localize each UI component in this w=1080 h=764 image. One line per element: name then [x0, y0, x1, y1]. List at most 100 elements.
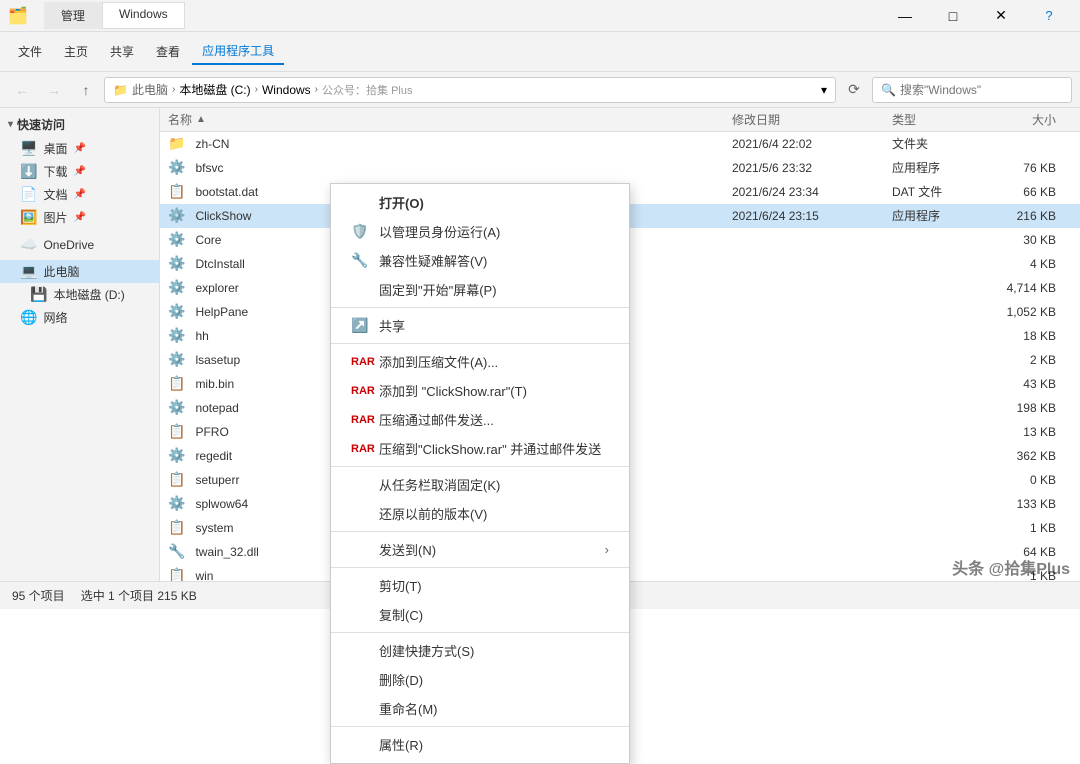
- maximize-button[interactable]: □: [930, 0, 976, 32]
- file-size: 4 KB: [992, 257, 1072, 271]
- ctx-label: 兼容性疑难解答(V): [379, 251, 487, 270]
- pin-icon: 📌: [73, 143, 85, 154]
- file-name: bfsvc: [195, 161, 223, 175]
- file-type-icon: ⚙️: [168, 351, 185, 368]
- sidebar-item-network[interactable]: 🌐 网络: [0, 306, 159, 329]
- context-menu-item[interactable]: 🛡️以管理员身份运行(A): [331, 217, 629, 246]
- context-menu-item[interactable]: 剪切(T): [331, 571, 629, 600]
- file-name: Core: [195, 233, 221, 247]
- item-count: 95 个项目: [12, 587, 65, 604]
- toolbar-file[interactable]: 文件: [8, 39, 52, 64]
- file-type-icon: 📋: [168, 471, 185, 488]
- file-name: PFRO: [195, 425, 228, 439]
- ribbon-toolbar: 文件 主页 共享 查看 应用程序工具: [0, 32, 1080, 72]
- file-row[interactable]: ⚙️ bfsvc 2021/5/6 23:32 应用程序 76 KB: [160, 156, 1080, 180]
- pin-icon: 📌: [73, 212, 85, 223]
- toolbar-view[interactable]: 查看: [146, 39, 190, 64]
- search-input[interactable]: [900, 83, 1063, 97]
- file-size: 1,052 KB: [992, 305, 1072, 319]
- file-size: 133 KB: [992, 497, 1072, 511]
- context-menu-item[interactable]: 创建快捷方式(S): [331, 636, 629, 665]
- context-menu-item[interactable]: 属性(R): [331, 730, 629, 759]
- sidebar-item-this-pc[interactable]: 💻 此电脑: [0, 260, 159, 283]
- context-menu-item[interactable]: RAR压缩到"ClickShow.rar" 并通过邮件发送: [331, 434, 629, 463]
- col-header-date[interactable]: 修改日期: [732, 111, 892, 128]
- shield-icon: 🛡️: [351, 223, 371, 240]
- file-row[interactable]: 📁 zh-CN 2021/6/4 22:02 文件夹: [160, 132, 1080, 156]
- search-box[interactable]: 🔍: [872, 77, 1072, 103]
- quick-access-section: ▾ 快速访问 🖥️ 桌面 📌 ⬇️ 下载 📌 📄 文档 📌 🖼️ 图片: [0, 112, 159, 229]
- file-name: twain_32.dll: [195, 545, 258, 559]
- ctx-label: 共享: [379, 316, 405, 335]
- ctx-label: 创建快捷方式(S): [379, 641, 474, 660]
- toolbar-share[interactable]: 共享: [100, 39, 144, 64]
- toolbar-app-tools[interactable]: 应用程序工具: [192, 38, 284, 65]
- context-menu-item[interactable]: 删除(D): [331, 665, 629, 694]
- context-menu-item[interactable]: 🔧 兼容性疑难解答(V): [331, 246, 629, 275]
- sidebar-item-pictures[interactable]: 🖼️ 图片 📌: [0, 206, 159, 229]
- file-type: 文件夹: [892, 135, 992, 152]
- ctx-label: 还原以前的版本(V): [379, 504, 487, 523]
- file-type-icon: ⚙️: [168, 279, 185, 296]
- file-size: 30 KB: [992, 233, 1072, 247]
- context-menu-item[interactable]: 重命名(M): [331, 694, 629, 723]
- context-menu-item[interactable]: RAR压缩通过邮件发送...: [331, 405, 629, 434]
- ctx-label: 压缩通过邮件发送...: [379, 410, 494, 429]
- address-path[interactable]: 📁 此电脑 › 本地磁盘 (C:) › Windows › 公众号：拾集 Plu…: [104, 77, 836, 103]
- context-menu-item[interactable]: ↗️共享: [331, 311, 629, 340]
- context-menu-item[interactable]: 还原以前的版本(V): [331, 499, 629, 528]
- wrench-icon: 🔧: [351, 252, 371, 269]
- context-menu-item[interactable]: 固定到"开始"屏幕(P): [331, 275, 629, 304]
- file-name: mib.bin: [195, 377, 234, 391]
- file-type-icon: 📋: [168, 183, 185, 200]
- back-button[interactable]: ←: [8, 76, 36, 104]
- file-name: ClickShow: [195, 209, 251, 223]
- toolbar-home[interactable]: 主页: [54, 39, 98, 64]
- context-menu-item[interactable]: 复制(C): [331, 600, 629, 629]
- file-type-icon: ⚙️: [168, 399, 185, 416]
- minimize-button[interactable]: —: [882, 0, 928, 32]
- ctx-label: 添加到压缩文件(A)...: [379, 352, 498, 371]
- close-button[interactable]: ✕: [978, 0, 1024, 32]
- tab-windows[interactable]: Windows: [102, 2, 185, 29]
- context-menu-separator: [331, 531, 629, 532]
- file-size: 362 KB: [992, 449, 1072, 463]
- refresh-button[interactable]: ⟳: [840, 76, 868, 104]
- context-menu-item[interactable]: RAR添加到压缩文件(A)...: [331, 347, 629, 376]
- sidebar-item-onedrive[interactable]: ☁️ OneDrive: [0, 233, 159, 256]
- context-menu-item[interactable]: 打开(O): [331, 188, 629, 217]
- desktop-icon: 🖥️: [20, 140, 37, 157]
- file-type-icon: ⚙️: [168, 447, 185, 464]
- file-type: 应用程序: [892, 207, 992, 224]
- sidebar-item-desktop[interactable]: 🖥️ 桌面 📌: [0, 137, 159, 160]
- quick-access-header[interactable]: ▾ 快速访问: [0, 112, 159, 137]
- context-menu-separator: [331, 567, 629, 568]
- sidebar-item-drive-d[interactable]: 💾 本地磁盘 (D:): [0, 283, 159, 306]
- context-menu-separator: [331, 307, 629, 308]
- ctx-label: 压缩到"ClickShow.rar" 并通过邮件发送: [379, 439, 601, 458]
- up-button[interactable]: ↑: [72, 76, 100, 104]
- context-menu-item[interactable]: RAR添加到 "ClickShow.rar"(T): [331, 376, 629, 405]
- rar-icon: RAR: [351, 385, 371, 397]
- sidebar-item-downloads[interactable]: ⬇️ 下载 📌: [0, 160, 159, 183]
- col-header-type[interactable]: 类型: [892, 111, 992, 128]
- file-type-icon: ⚙️: [168, 495, 185, 512]
- file-name: bootstat.dat: [195, 185, 258, 199]
- title-bar-left: 🗂️ 管理 Windows: [8, 2, 185, 29]
- file-name: notepad: [195, 401, 238, 415]
- col-header-name[interactable]: 名称 ▲: [168, 111, 732, 128]
- forward-button[interactable]: →: [40, 76, 68, 104]
- context-menu-item[interactable]: 发送到(N)›: [331, 535, 629, 564]
- tab-manage[interactable]: 管理: [44, 2, 102, 29]
- ctx-label: 打开(O): [379, 193, 424, 212]
- help-button[interactable]: ?: [1026, 0, 1072, 32]
- col-header-size[interactable]: 大小: [992, 111, 1072, 128]
- selected-info: 选中 1 个项目 215 KB: [81, 587, 197, 604]
- file-type-icon: ⚙️: [168, 207, 185, 224]
- address-bar: ← → ↑ 📁 此电脑 › 本地磁盘 (C:) › Windows › 公众号：…: [0, 72, 1080, 108]
- title-bar-tabs: 管理 Windows: [44, 2, 185, 29]
- sidebar-item-documents[interactable]: 📄 文档 📌: [0, 183, 159, 206]
- context-menu-item[interactable]: 从任务栏取消固定(K): [331, 470, 629, 499]
- onedrive-section: ☁️ OneDrive: [0, 233, 159, 256]
- file-size: 2 KB: [992, 353, 1072, 367]
